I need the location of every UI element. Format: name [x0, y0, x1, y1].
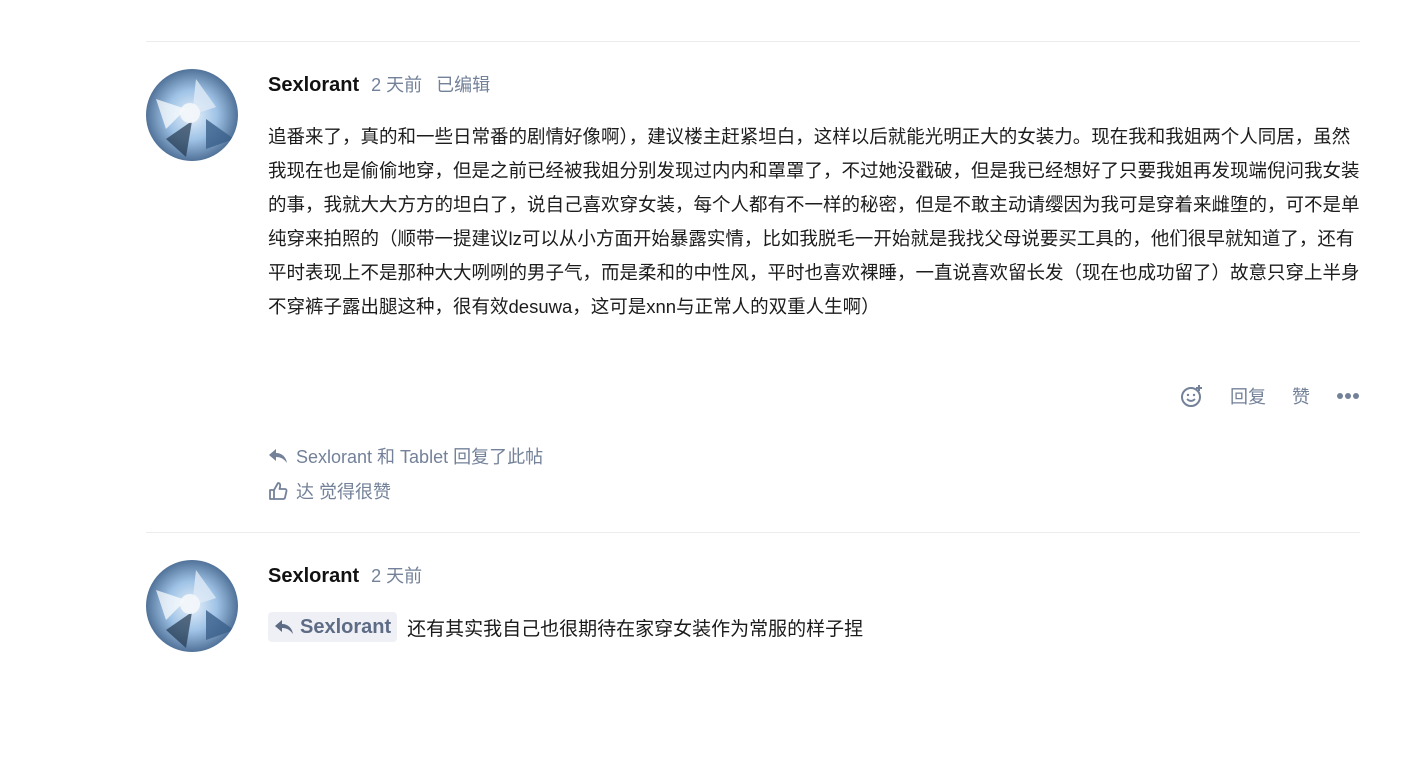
- avatar[interactable]: [146, 560, 238, 652]
- reply-arrow-icon: [269, 449, 287, 463]
- reply-arrow-icon: [275, 620, 293, 634]
- post-body: 还有其实我自己也很期待在家穿女装作为常服的样子捏: [407, 618, 864, 640]
- post-time[interactable]: 2 天前: [371, 71, 422, 97]
- replied-by-text: Sexlorant 和 Tablet 回复了此帖: [296, 447, 544, 467]
- anime-avatar-icon: [146, 560, 238, 652]
- post-actions: 回复 赞: [1180, 383, 1360, 409]
- post-divider: [146, 532, 1360, 533]
- like-button[interactable]: 赞: [1292, 383, 1310, 409]
- reply-to-name: Sexlorant: [300, 615, 392, 638]
- replied-by[interactable]: Sexlorant 和 Tablet 回复了此帖: [268, 443, 543, 469]
- post-header: Sexlorant 2 天前: [268, 562, 422, 590]
- anime-avatar-icon: [146, 69, 238, 161]
- thumbs-up-icon: [269, 482, 288, 500]
- post-body: 追番来了，真的和一些日常番的剧情好像啊），建议楼主赶紧坦白，这样以后就能光明正大…: [268, 126, 1360, 317]
- reply-button[interactable]: 回复: [1230, 383, 1266, 409]
- post-1: Sexlorant 2 天前 已编辑 追番来了，真的和一些日常番的剧情好像啊），…: [146, 69, 1360, 529]
- edited-indicator[interactable]: 已编辑: [436, 71, 490, 97]
- post-body-line: Sexlorant 还有其实我自己也很期待在家穿女装作为常服的样子捏: [268, 612, 863, 642]
- liked-by[interactable]: 达 觉得很赞: [268, 478, 391, 504]
- more-options-icon: [1337, 393, 1359, 399]
- post-time[interactable]: 2 天前: [371, 562, 422, 588]
- avatar[interactable]: [146, 69, 238, 161]
- author-name[interactable]: Sexlorant: [268, 74, 359, 97]
- add-reaction-icon: [1181, 385, 1202, 407]
- add-reaction-button[interactable]: [1180, 384, 1204, 408]
- post-divider-top: [146, 41, 1360, 42]
- more-options-button[interactable]: [1336, 392, 1360, 400]
- reply-to-chip[interactable]: Sexlorant: [268, 612, 398, 642]
- post-header: Sexlorant 2 天前 已编辑: [268, 71, 490, 99]
- liked-by-text: 达 觉得很赞: [296, 482, 392, 502]
- post-2: Sexlorant 2 天前 Sexlorant 还有其实我自己也很期待在家穿女…: [146, 560, 1360, 670]
- author-name[interactable]: Sexlorant: [268, 565, 359, 588]
